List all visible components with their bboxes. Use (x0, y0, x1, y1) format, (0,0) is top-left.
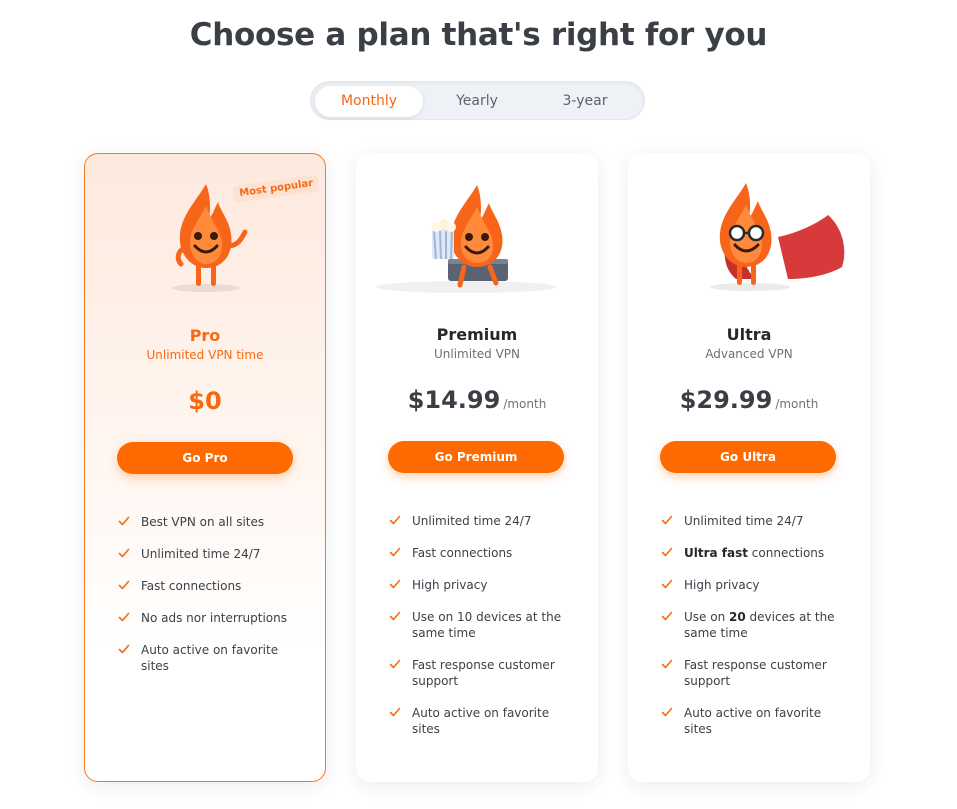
price-amount: $0 (188, 387, 222, 415)
feature-item: Fast response customer support (661, 657, 851, 689)
plan-price: $0 (85, 387, 325, 415)
feature-text-bold: Ultra fast (684, 546, 748, 560)
feature-text: Unlimited time 24/7 (412, 514, 532, 528)
check-icon (389, 579, 401, 589)
feature-item: High privacy (661, 577, 851, 593)
plan-subtitle: Unlimited VPN (433, 347, 521, 361)
feature-text: Auto active on favorite sites (412, 706, 550, 736)
check-icon (118, 548, 130, 558)
billing-option-monthly[interactable]: Monthly (315, 86, 423, 117)
feature-item: No ads nor interruptions (118, 610, 308, 626)
check-icon (118, 516, 130, 526)
feature-list: Unlimited time 24/7 Fast connections Hig… (389, 513, 579, 753)
go-ultra-button[interactable]: Go Ultra (660, 441, 836, 473)
plan-subtitle: Unlimited VPN time (146, 348, 264, 362)
check-icon (661, 515, 673, 525)
billing-period-toggle: Monthly Yearly 3-year (310, 81, 645, 120)
feature-list: Unlimited time 24/7 Ultra fast connectio… (661, 513, 851, 753)
check-icon (389, 547, 401, 557)
feature-item: Best VPN on all sites (118, 514, 308, 530)
plan-price: $14.99/month (356, 386, 598, 414)
go-premium-button[interactable]: Go Premium (388, 441, 564, 473)
feature-text: No ads nor interruptions (141, 611, 288, 625)
price-amount: $29.99 (679, 386, 773, 414)
check-icon (118, 644, 130, 654)
fire-mascot-popcorn-icon (376, 185, 556, 293)
feature-text-bold: 20 (729, 610, 746, 624)
feature-text: Fast response customer support (412, 658, 555, 688)
plan-name: Premium (436, 325, 518, 344)
feature-list: Best VPN on all sites Unlimited time 24/… (118, 514, 308, 690)
feature-item: Fast response customer support (389, 657, 579, 689)
page-title: Choose a plan that's right for you (189, 17, 768, 53)
check-icon (118, 612, 130, 622)
feature-text: connections (747, 546, 825, 560)
feature-item: Ultra fast connections (661, 545, 851, 561)
check-icon (389, 659, 401, 669)
plan-card-pro: Most popular Pro Unlimited VPN time $0 G… (84, 153, 326, 782)
feature-item: Use on 20 devices at the same time (661, 609, 851, 641)
feature-text: Use on 10 devices at the same time (412, 610, 562, 640)
feature-item: Unlimited time 24/7 (661, 513, 851, 529)
feature-item: Unlimited time 24/7 (389, 513, 579, 529)
check-icon (389, 707, 401, 717)
plan-price: $29.99/month (628, 386, 870, 414)
check-icon (661, 611, 673, 621)
feature-text: Unlimited time 24/7 (141, 547, 261, 561)
feature-item: High privacy (389, 577, 579, 593)
feature-item: Use on 10 devices at the same time (389, 609, 579, 641)
check-icon (389, 611, 401, 621)
feature-text: High privacy (684, 578, 760, 592)
check-icon (661, 579, 673, 589)
feature-text: Use on (684, 610, 729, 624)
check-icon (389, 515, 401, 525)
go-pro-button[interactable]: Go Pro (117, 442, 293, 474)
plan-name: Ultra (726, 325, 772, 344)
plan-card-ultra: Ultra Advanced VPN $29.99/month Go Ultra… (628, 153, 870, 782)
check-icon (661, 707, 673, 717)
price-period: /month (775, 397, 819, 411)
feature-text: Fast connections (141, 579, 242, 593)
plan-name: Pro (189, 326, 221, 345)
feature-text: Auto active on favorite sites (684, 706, 822, 736)
price-period: /month (503, 397, 547, 411)
price-amount: $14.99 (407, 386, 501, 414)
billing-option-yearly[interactable]: Yearly (423, 86, 531, 117)
fire-mascot-superhero-icon (710, 183, 845, 291)
feature-text: Unlimited time 24/7 (684, 514, 804, 528)
feature-item: Fast connections (118, 578, 308, 594)
feature-text: Auto active on favorite sites (141, 643, 279, 673)
feature-item: Auto active on favorite sites (661, 705, 851, 737)
billing-option-3-year[interactable]: 3-year (531, 86, 639, 117)
check-icon (661, 547, 673, 557)
plan-card-premium: Premium Unlimited VPN $14.99/month Go Pr… (356, 153, 598, 782)
plan-subtitle: Advanced VPN (705, 347, 793, 361)
feature-item: Unlimited time 24/7 (118, 546, 308, 562)
feature-text: Best VPN on all sites (141, 515, 265, 529)
feature-text: High privacy (412, 578, 488, 592)
feature-text: Fast response customer support (684, 658, 827, 688)
feature-item: Auto active on favorite sites (389, 705, 579, 737)
feature-item: Auto active on favorite sites (118, 642, 308, 674)
feature-item: Fast connections (389, 545, 579, 561)
feature-text: Fast connections (412, 546, 513, 560)
check-icon (118, 580, 130, 590)
check-icon (661, 659, 673, 669)
